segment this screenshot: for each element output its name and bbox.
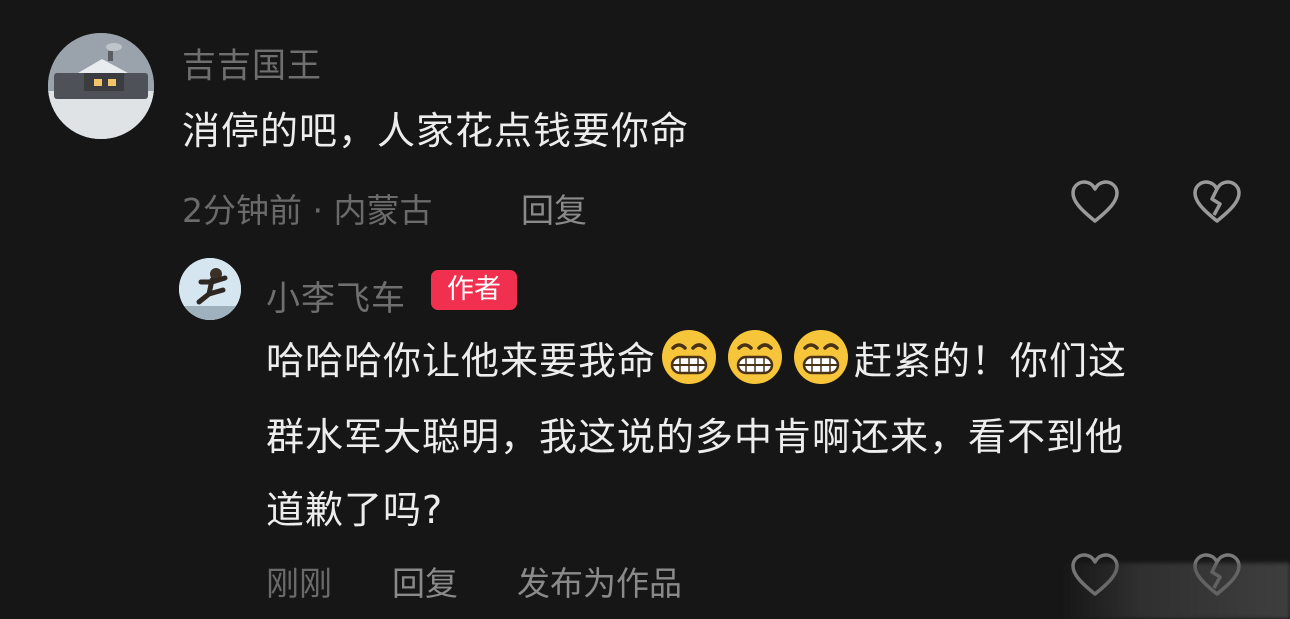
reply-username[interactable]: 小李飞车 bbox=[266, 271, 406, 320]
reply-text-part-2: 赶紧的！你们这 bbox=[854, 339, 1128, 383]
reply-text-line-3: 道歉了吗? bbox=[266, 488, 444, 532]
reply-time: 刚刚 bbox=[266, 564, 332, 603]
heart-outline-icon bbox=[1071, 180, 1119, 223]
watermark-overlay bbox=[1060, 563, 1290, 619]
reply-reply-button[interactable]: 回复 bbox=[392, 557, 458, 605]
broken-heart-icon bbox=[1193, 180, 1241, 223]
grinning-face-emoji bbox=[662, 330, 717, 384]
avatar[interactable] bbox=[48, 33, 154, 139]
author-badge: 作者 bbox=[431, 270, 517, 310]
grinning-face-emoji bbox=[794, 330, 849, 384]
reply-text-line-2: 群水军大聪明，我这说的多中肯啊还来，看不到他 bbox=[266, 415, 1125, 459]
kick-pose-avatar-image bbox=[179, 258, 241, 320]
reply-text-part-1: 哈哈哈你让他来要我命 bbox=[266, 339, 657, 383]
comment-reply-button[interactable]: 回复 bbox=[521, 184, 587, 232]
like-button[interactable] bbox=[1070, 179, 1120, 225]
reply-avatar[interactable] bbox=[179, 258, 241, 320]
dislike-button[interactable] bbox=[1192, 179, 1242, 225]
reply-text-line-1: 哈哈哈你让他来要我命 赶紧的！你们这 bbox=[266, 326, 1127, 396]
publish-as-work-button[interactable]: 发布为作品 bbox=[517, 557, 682, 605]
comment-text: 消停的吧，人家花点钱要你命 bbox=[182, 109, 690, 153]
comment-meta: 2分钟前 · 内蒙古 bbox=[182, 191, 433, 230]
comment-username[interactable]: 吉吉国王 bbox=[182, 38, 322, 87]
grinning-face-emoji bbox=[728, 330, 783, 384]
snowy-house-avatar-image bbox=[48, 33, 154, 139]
